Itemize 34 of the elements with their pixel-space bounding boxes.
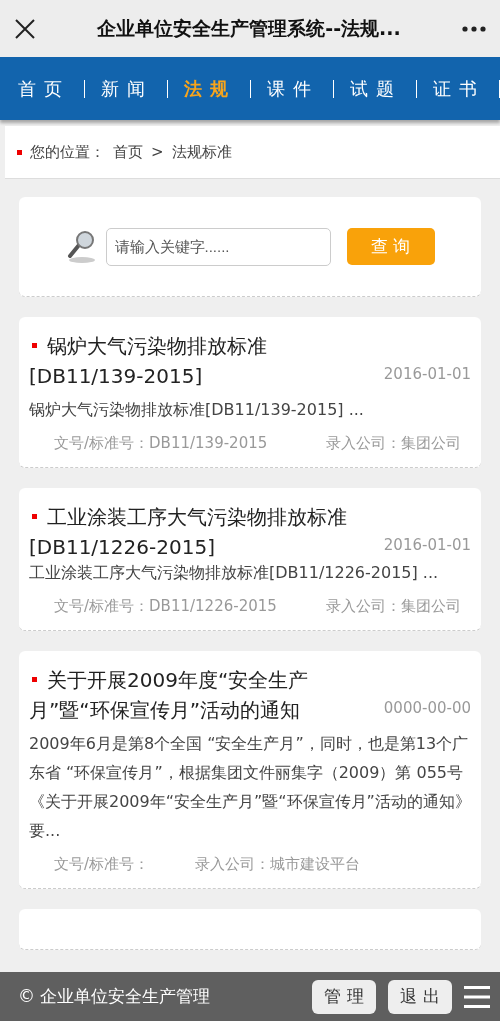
breadcrumb-link[interactable]: 法规标准 xyxy=(171,142,232,162)
window-title: 企业单位安全生产管理系统--法规... xyxy=(96,15,402,41)
company: 录入公司：集团公司 xyxy=(326,434,461,453)
article-date: 2016-01-01 xyxy=(383,365,471,383)
menu-icon[interactable] xyxy=(464,984,490,1009)
doc-number: 文号/标准号：DB11/139-2015 xyxy=(54,434,268,453)
close-icon[interactable] xyxy=(14,17,36,40)
article-card[interactable]: 工业涂装工序大气污染物排放标准[DB11/1226-2015] 2016-01-01 工业涂装工序大气污染物排放标准[DB11/1226-2015] ... 文号/标准号：DB11/1226-2015 录入公司：集团公司 xyxy=(19,488,481,631)
doc-number: 文号/标准号：DB11/1226-2015 xyxy=(54,597,277,616)
nav-tab[interactable]: 新闻 xyxy=(101,79,168,98)
article-summary: 工业涂装工序大气污染物排放标准[DB11/1226-2015] ... xyxy=(29,562,440,584)
nav-tab[interactable]: 首页 xyxy=(18,79,85,98)
company: 录入公司：城市建设平台 xyxy=(195,855,361,874)
search-field[interactable]: 请输入关键字...... xyxy=(105,227,331,266)
article-card[interactable]: 关于开展2009年度“安全生产月”暨“环保宣传月”活动的通知 0000-00-00 2009年6月是第8个全国 “安全生产月”，同时，也是第13个广东省 “环保宣传月”，根据集团文件丽集字（2009）第 055号《关于开展2009年“安全生产月”暨“环保宣传月”活动的通知》要... 文号/标准号： 录入公司：城市建设平台 xyxy=(19,651,481,889)
breadcrumb-label: 您的位置： xyxy=(30,142,105,162)
nav-tab[interactable]: 课件 xyxy=(267,79,334,98)
magnifier-icon xyxy=(65,229,98,264)
article-summary: 2009年6月是第8个全国 “安全生产月”，同时，也是第13个广东省 “环保宣传月”，根据集团文件丽集字（2009）第 055号《关于开展2009年“安全生产月”暨“环保宣传月”活动的通知》要... xyxy=(29,733,471,842)
footer-button[interactable]: 退 出 xyxy=(388,979,452,1014)
article-date: 2016-01-01 xyxy=(383,536,471,554)
article-summary: 锅炉大气污染物排放标准[DB11/139-2015] ... xyxy=(29,399,365,421)
breadcrumb-link[interactable]: 首页 xyxy=(113,142,143,162)
more-icon[interactable] xyxy=(462,25,486,32)
bullet-icon xyxy=(17,149,22,155)
article-card[interactable]: 锅炉大气污染物排放标准[DB11/139-2015] 2016-01-01 锅炉大气污染物排放标准[DB11/139-2015] ... 文号/标准号：DB11/139-2015 录入公司：集团公司 xyxy=(19,317,481,468)
copyright-text: © 企业单位安全生产管理 xyxy=(18,985,212,1008)
doc-number: 文号/标准号： xyxy=(54,855,150,874)
article-date: 0000-00-00 xyxy=(383,699,471,717)
footer-button[interactable]: 管 理 xyxy=(312,979,376,1014)
nav-tab[interactable]: 试题 xyxy=(350,79,417,98)
breadcrumb-separator: > xyxy=(151,143,164,161)
nav-tab[interactable]: 证书 xyxy=(433,79,500,98)
company: 录入公司：集团公司 xyxy=(326,597,461,616)
